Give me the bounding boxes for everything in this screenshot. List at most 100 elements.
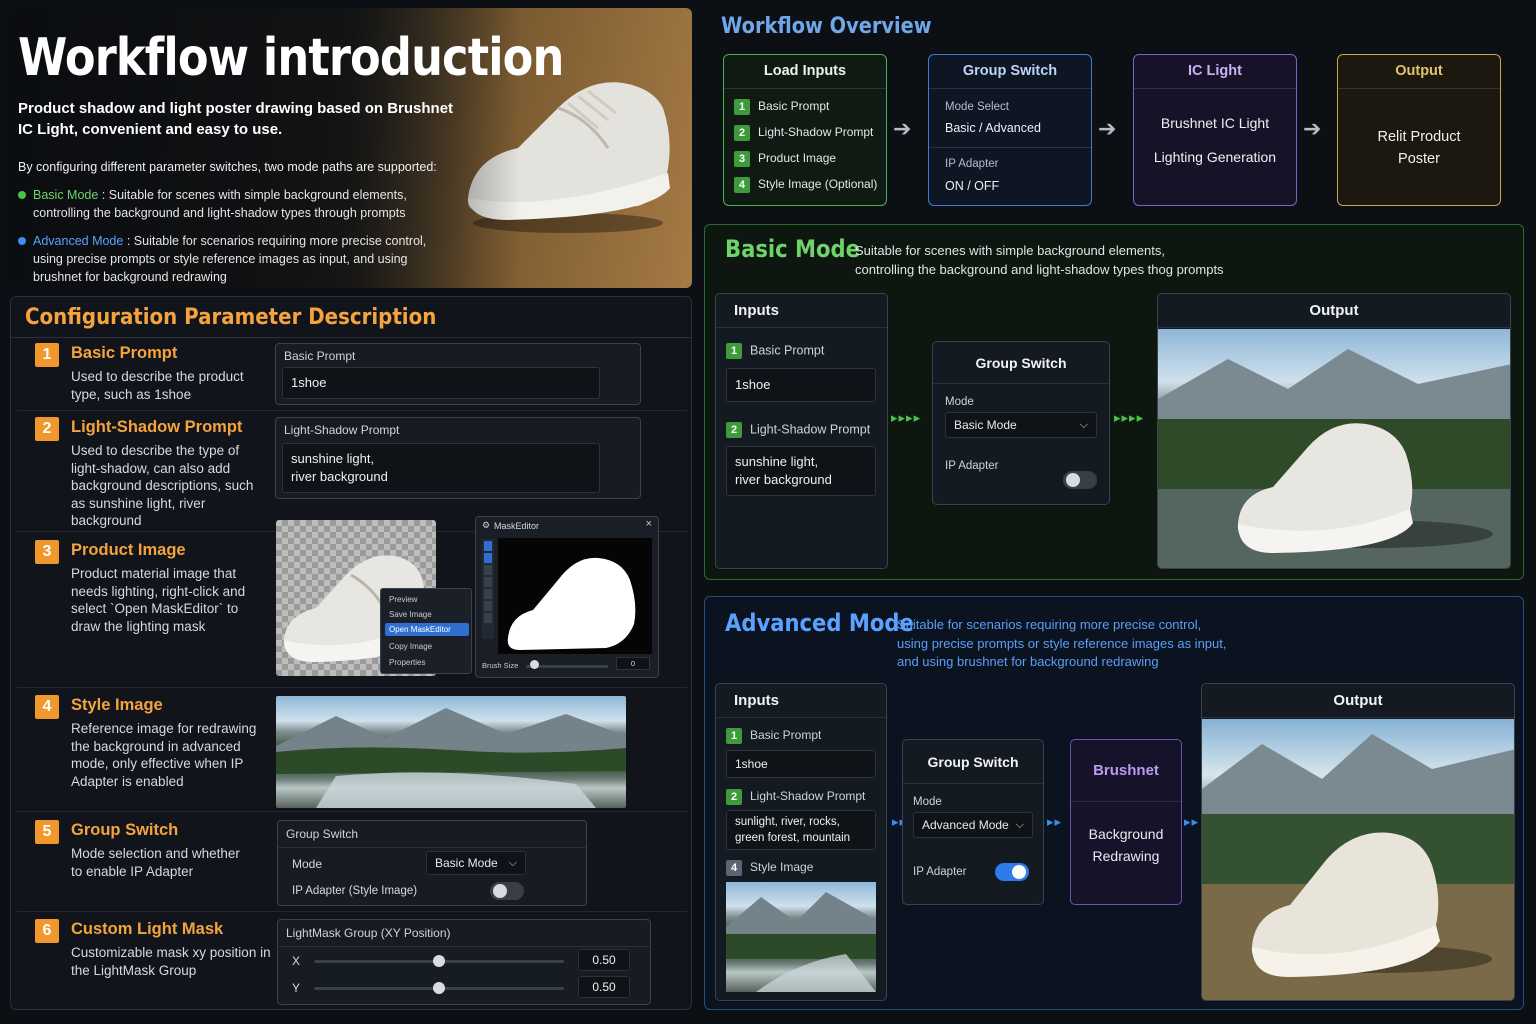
arrow-right-icon: ➔ — [1303, 116, 1322, 141]
basic-mode-panel: Basic Mode Suitable for scenes with simp… — [704, 224, 1524, 580]
wf-item: 3 Product Image — [734, 151, 836, 167]
menu-item-copy-image[interactable]: Copy Image — [389, 642, 432, 651]
x-value-input[interactable]: 0.50 — [578, 949, 630, 971]
ip-adapter-toggle[interactable] — [1063, 471, 1097, 489]
undo-tool-icon[interactable] — [484, 601, 492, 611]
mode-select[interactable]: Basic Mode ⌵ — [945, 412, 1097, 438]
param-desc: Used to describe the product type, such … — [71, 369, 244, 402]
mode-select-value: Basic Mode — [435, 856, 498, 870]
input-light-shadow-label: 2 Light-Shadow Prompt — [726, 789, 865, 805]
desc-line: and using brushnet for background redraw… — [897, 654, 1159, 669]
ip-adapter-toggle[interactable] — [995, 863, 1029, 881]
param-title: Group Switch — [71, 821, 179, 839]
mask-editor-title: MaskEditor — [494, 521, 540, 531]
ip-adapter-label: IP Adapter — [945, 460, 999, 472]
number-badge: 2 — [726, 422, 742, 438]
desc-line: using precise prompts or style reference… — [897, 635, 1227, 651]
label-text: Light-Shadow Prompt — [750, 422, 871, 437]
chevron-down-icon: ⌵ — [1015, 819, 1024, 831]
wf-item-label: Basic Prompt — [758, 99, 830, 113]
param-title: Custom Light Mask — [71, 920, 224, 938]
mode-label: Mode — [913, 796, 942, 808]
style-image-preview[interactable] — [276, 696, 626, 808]
clear-tool-icon[interactable] — [484, 613, 492, 623]
param-light-shadow-prompt: 2 Light-Shadow Prompt Used to describe t… — [17, 410, 687, 530]
card-title: Output — [1158, 294, 1510, 328]
basic-mode-title: Basic Mode — [725, 235, 861, 263]
number-badge: 1 — [726, 343, 742, 359]
wf-ic-line2: Lighting Generation — [1153, 149, 1277, 165]
light-shadow-input[interactable]: sunshine light, river background — [726, 446, 876, 496]
label-text: Style Image — [750, 860, 814, 875]
wf-box-title: Output — [1338, 55, 1500, 89]
number-badge: 4 — [734, 177, 750, 193]
wf-ip-label: IP Adapter — [945, 158, 999, 170]
advanced-mode-panel: Advanced Mode Suitable for scenarios req… — [704, 596, 1524, 1010]
menu-item-save-image[interactable]: Save Image — [389, 610, 432, 619]
menu-item-properties[interactable]: Properties — [389, 658, 425, 667]
basic-prompt-input[interactable]: 1shoe — [282, 367, 600, 399]
brushnet-line2: Redrawing — [1092, 848, 1160, 864]
picker-tool-icon[interactable] — [484, 589, 492, 599]
brushnet-card: Brushnet Background Redrawing — [1070, 739, 1182, 905]
config-title: Configuration Parameter Description — [25, 305, 437, 330]
mode-select[interactable]: Basic Mode ⌵ — [426, 851, 526, 875]
basic-prompt-input[interactable]: 1shoe — [726, 368, 876, 402]
input-basic-prompt-label: 1 Basic Prompt — [726, 343, 824, 359]
light-shadow-input[interactable]: sunlight, river, rocks, green forest, mo… — [726, 810, 876, 850]
advanced-mode-title: Advanced Mode — [725, 609, 914, 637]
basic-prompt-input[interactable]: 1shoe — [726, 750, 876, 778]
light-shadow-input[interactable]: sunshine light, river background — [282, 443, 600, 493]
number-badge: 4 — [726, 860, 742, 876]
advanced-inputs-card: Inputs 1 Basic Prompt 1shoe 2 Light-Shadow… — [715, 683, 887, 1001]
y-value-input[interactable]: 0.50 — [578, 976, 630, 998]
field-line: sunshine light, — [735, 454, 819, 469]
advanced-output-card: Output — [1201, 683, 1515, 1001]
basic-mode-intro: Basic Mode : Suitable for scenes with si… — [18, 186, 448, 222]
wf-box-title: Group Switch — [929, 55, 1091, 89]
basic-group-switch-card: Group Switch Mode Basic Mode ⌵ IP Adapte… — [932, 341, 1110, 505]
card-title: Brushnet — [1071, 740, 1181, 802]
dashed-arrow-icon: ▸▸ — [1184, 814, 1200, 829]
wf-item-label: Light-Shadow Prompt — [758, 125, 874, 139]
gear-icon: ⚙ — [482, 520, 491, 530]
menu-item-preview[interactable]: Preview — [389, 595, 417, 604]
param-title: Light-Shadow Prompt — [71, 418, 243, 436]
param-number: 4 — [35, 695, 59, 719]
relit-shoe-icon — [1158, 349, 1510, 568]
advanced-mode-intro: Advanced Mode : Suitable for scenarios r… — [18, 232, 448, 286]
fill-tool-icon[interactable] — [484, 577, 492, 587]
close-icon[interactable]: × — [646, 518, 652, 530]
wf-load-inputs: Load Inputs 1 Basic Prompt 2 Light-Shadow … — [723, 54, 887, 206]
context-menu: Preview Save Image Open MaskEditor Copy … — [380, 588, 472, 674]
y-label: Y — [292, 981, 301, 995]
card-title: Inputs — [716, 294, 887, 328]
param-group-switch: 5 Group Switch Mode selection and whethe… — [17, 811, 687, 911]
brush-tool-icon[interactable] — [484, 541, 492, 551]
number-badge: 1 — [726, 728, 742, 744]
param-desc: Product material image that needs lighti… — [71, 566, 246, 634]
modes-intro: By configuring different parameter switc… — [18, 160, 437, 174]
mode-select[interactable]: Advanced Mode ⌵ — [913, 812, 1033, 838]
menu-item-open-maskeditor[interactable]: Open MaskEditor — [389, 625, 451, 634]
basic-mode-desc: Suitable for scenes with simple backgrou… — [855, 242, 1224, 279]
card-title: Output — [1202, 684, 1514, 718]
y-slider-knob[interactable] — [433, 982, 445, 994]
param-title: Product Image — [71, 541, 186, 559]
eraser-tool-icon[interactable] — [484, 553, 492, 563]
param-desc: Mode selection and whether to enable IP … — [71, 846, 240, 879]
pen-tool-icon[interactable] — [484, 565, 492, 575]
desc-line: Suitable for scenarios requiring more pr… — [897, 617, 1202, 632]
mode-label: Mode — [945, 396, 974, 408]
x-slider-knob[interactable] — [433, 955, 445, 967]
brush-size-value[interactable]: 0 — [616, 657, 650, 670]
style-image-thumbnail[interactable] — [726, 882, 876, 992]
param-basic-prompt: 1 Basic Prompt Used to describe the prod… — [17, 337, 687, 409]
wf-item-label: Style Image (Optional) — [758, 177, 878, 191]
mask-canvas[interactable] — [498, 538, 652, 654]
mode-label: Mode — [292, 857, 323, 871]
wf-ic-line1: Brushnet IC Light — [1160, 115, 1270, 131]
advanced-group-switch-card: Group Switch Mode Advanced Mode ⌵ IP Ada… — [902, 739, 1044, 905]
ip-adapter-toggle[interactable] — [490, 882, 524, 900]
blue-dot-icon — [18, 237, 26, 245]
